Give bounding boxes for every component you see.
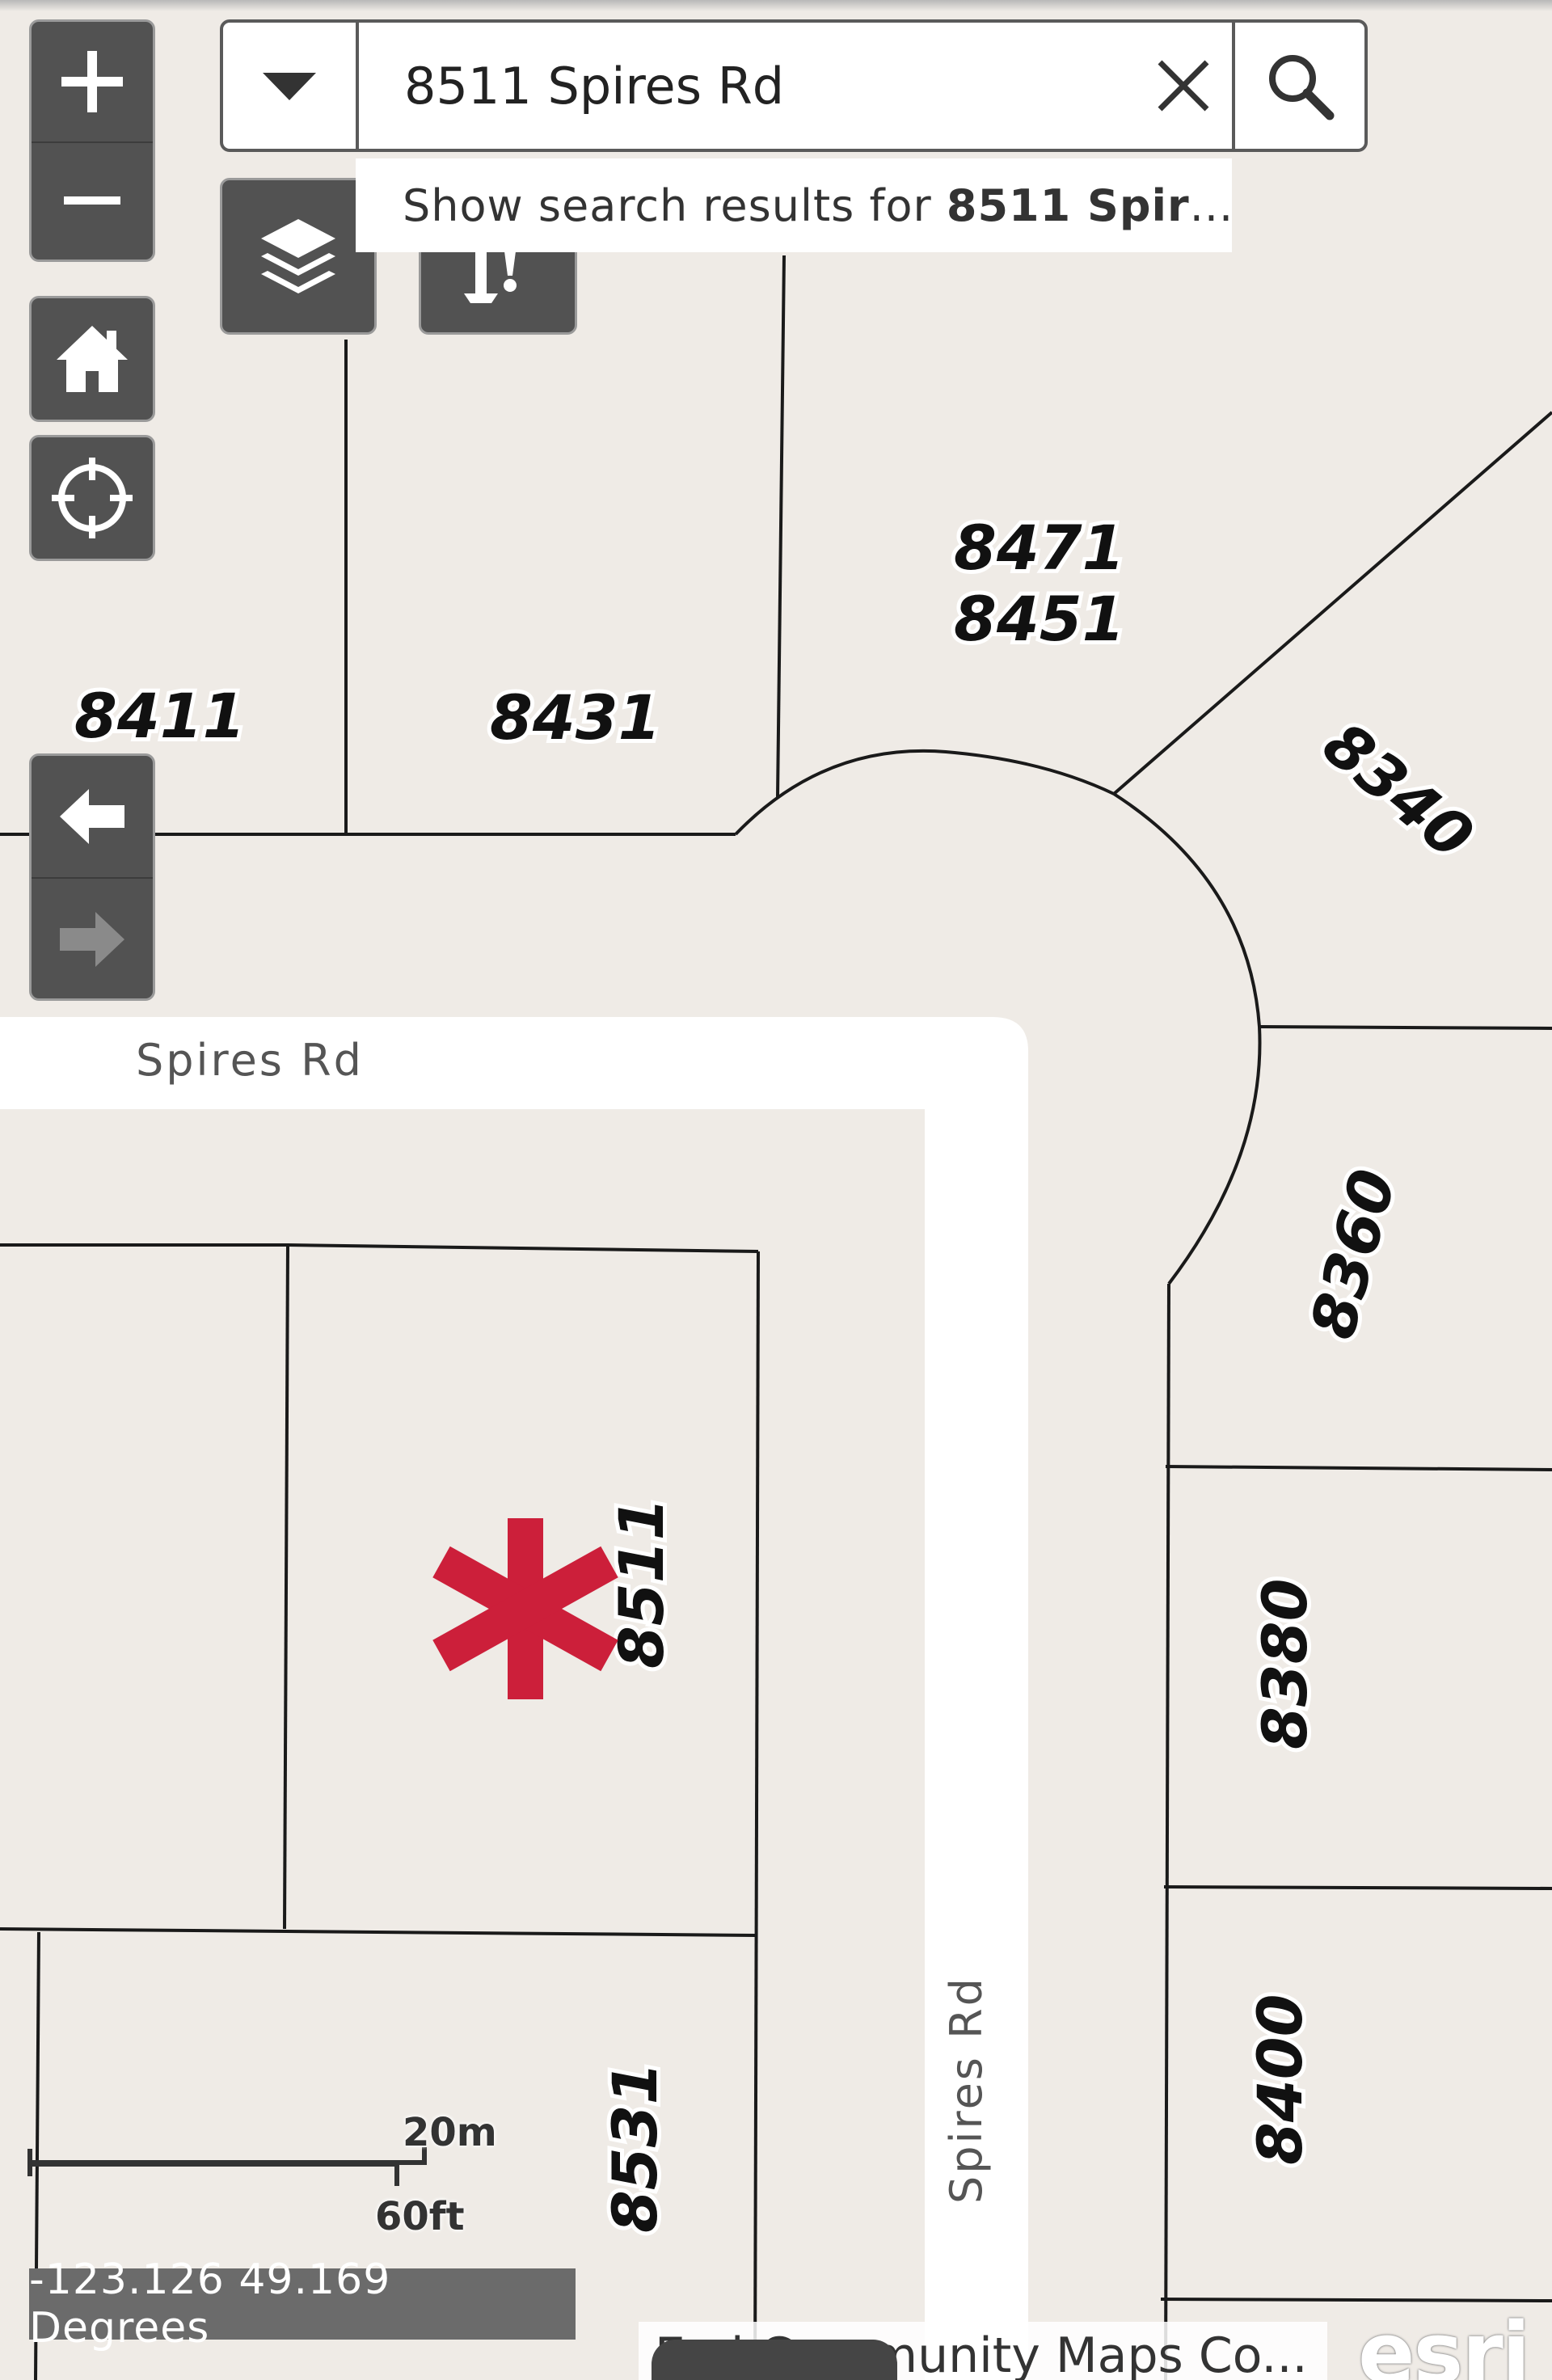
coordinate-readout: -123.126 49.169 Degrees — [29, 2256, 576, 2353]
arrow-left-icon — [60, 789, 124, 844]
zoom-in-button[interactable] — [32, 22, 153, 141]
zoom-out-button[interactable] — [32, 143, 153, 260]
layers-control — [220, 178, 377, 335]
home-button[interactable] — [32, 298, 153, 420]
suggestion-prefix: Show search results for — [403, 179, 947, 231]
close-icon — [1158, 60, 1209, 112]
suggestion-ellipsis: ... — [1189, 179, 1232, 231]
plus-icon — [61, 51, 123, 112]
next-extent-button[interactable] — [32, 879, 153, 998]
search-source-dropdown[interactable] — [223, 23, 359, 149]
extent-navigation — [29, 753, 155, 1001]
attribution-toggle[interactable] — [652, 2340, 897, 2380]
map-background — [0, 0, 1552, 2380]
clear-search-button[interactable] — [1135, 23, 1232, 149]
previous-extent-button[interactable] — [32, 756, 153, 877]
caret-down-icon — [263, 73, 316, 100]
parcel-label-8380: 8380 — [1249, 1578, 1321, 1749]
scale-bar: 20m 60ft — [27, 2110, 497, 2239]
search-button[interactable] — [1232, 23, 1364, 149]
scale-label-metric: 20m — [403, 2110, 497, 2155]
map-app: 8411 8431 8471 8451 8340 8360 8511 8380 … — [0, 0, 1552, 2380]
locate-button[interactable] — [32, 437, 153, 559]
locate-control — [29, 435, 155, 561]
scale-label-imperial: 60ft — [375, 2194, 465, 2239]
zoom-controls — [29, 19, 155, 262]
crosshair-icon — [52, 458, 133, 538]
esri-logo: esri — [1358, 2304, 1530, 2380]
scale-bar-graphic — [27, 2147, 427, 2186]
tool-icon — [464, 251, 517, 303]
parcel-label-8471: 8471 — [954, 512, 1125, 584]
parcel-label-8431: 8431 — [490, 682, 661, 753]
layers-button[interactable] — [222, 180, 374, 332]
arrow-right-icon — [60, 912, 124, 967]
layers-icon — [261, 219, 335, 293]
minus-icon — [64, 196, 120, 205]
top-shadow — [0, 0, 1552, 11]
search-box — [220, 19, 1368, 152]
parcel-label-8531: 8531 — [599, 2061, 671, 2233]
search-icon — [1269, 55, 1335, 120]
home-icon — [57, 326, 128, 392]
parcel-label-8411: 8411 — [74, 680, 246, 752]
map-canvas[interactable]: 8411 8431 8471 8451 8340 8360 8511 8380 … — [0, 0, 1552, 2380]
search-input[interactable] — [359, 23, 1135, 149]
home-control — [29, 296, 155, 422]
street-label-horizontal: Spires Rd — [136, 1035, 364, 1086]
parcel-label-8400: 8400 — [1244, 1994, 1316, 2165]
suggestion-match: 8511 Spir — [946, 179, 1190, 231]
search-suggestion[interactable]: Show search results for 8511 Spir... — [356, 158, 1232, 252]
street-label-vertical: Spires Rd — [941, 1976, 992, 2204]
parcel-label-8451: 8451 — [954, 583, 1125, 655]
